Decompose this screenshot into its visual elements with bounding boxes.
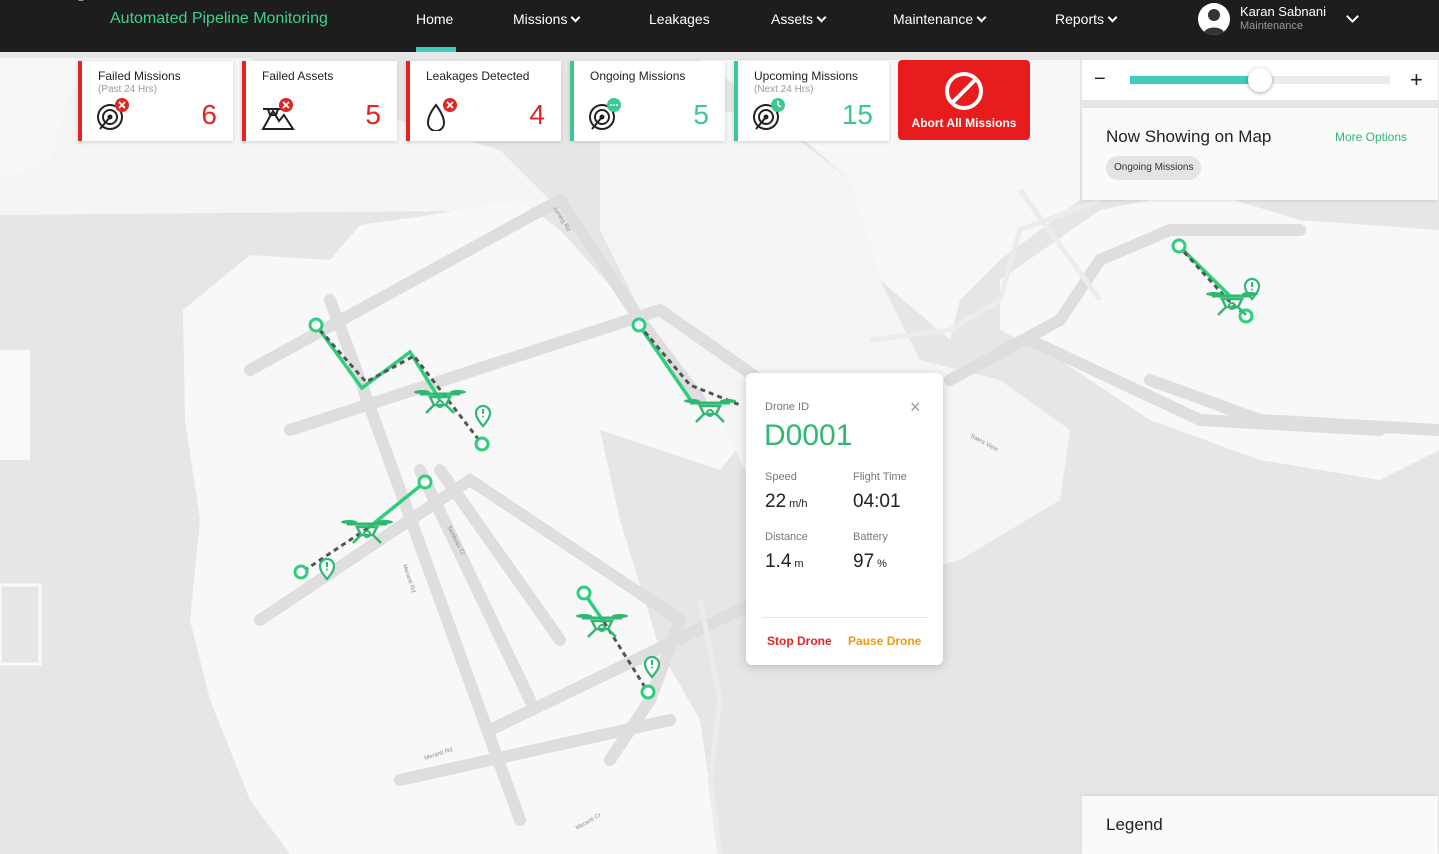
stat-value: 5 bbox=[365, 99, 381, 130]
stat-card-ongoing-missions[interactable]: Ongoing Missions 5 bbox=[570, 61, 725, 141]
failed-missions-icon bbox=[97, 98, 129, 130]
chevron-down-icon bbox=[571, 12, 581, 22]
stat-card-leakages[interactable]: Leakages Detected 4 bbox=[406, 61, 561, 141]
user-icon bbox=[1203, 9, 1225, 35]
active-nav-indicator bbox=[416, 47, 456, 52]
nav-label: Missions bbox=[513, 11, 568, 27]
distance-unit: m bbox=[794, 558, 804, 570]
flight-time-value: 04:01 bbox=[853, 491, 901, 512]
stat-value: 5 bbox=[693, 99, 709, 130]
nav-label: Reports bbox=[1055, 11, 1105, 27]
battery-number: 97 bbox=[853, 551, 875, 572]
legend-panel[interactable]: Legend bbox=[1082, 796, 1438, 854]
battery-value: 97% bbox=[853, 551, 887, 573]
speed-unit: m/h bbox=[789, 498, 808, 510]
zoom-slider[interactable] bbox=[1130, 68, 1390, 92]
top-nav: ≡ Automated Pipeline Monitoring Home Mis… bbox=[0, 0, 1439, 52]
zoom-slider-fill bbox=[1130, 76, 1260, 84]
upcoming-missions-icon bbox=[753, 98, 785, 130]
speed-label: Speed bbox=[765, 471, 797, 483]
zoom-out-button[interactable]: − bbox=[1094, 68, 1106, 91]
stat-title: Ongoing Missions bbox=[590, 69, 686, 83]
stat-title: Leakages Detected bbox=[426, 69, 530, 83]
chevron-down-icon bbox=[1107, 12, 1118, 22]
chevron-down-icon[interactable] bbox=[1346, 10, 1359, 23]
nav-label: Home bbox=[416, 11, 454, 27]
legend-title: Legend bbox=[1106, 815, 1163, 834]
user-name: Karan Sabnani bbox=[1240, 4, 1327, 19]
stat-title: Upcoming Missions bbox=[754, 69, 859, 83]
drone-info-popup: Drone ID × D0001 Speed 22 m/h Flight Time… bbox=[746, 373, 943, 665]
battery-unit: % bbox=[877, 558, 887, 570]
stat-title: Failed Assets bbox=[262, 69, 334, 83]
more-options-link[interactable]: More Options bbox=[1335, 130, 1407, 144]
ongoing-missions-icon bbox=[589, 98, 621, 130]
speed-value: 22 m/h bbox=[765, 491, 807, 513]
nav-label: Assets bbox=[771, 11, 814, 27]
zoom-control: − + bbox=[1082, 60, 1438, 100]
logo-icon: ≡ bbox=[78, 0, 85, 5]
stat-title: Failed Missions bbox=[98, 69, 181, 83]
distance-number: 1.4 bbox=[765, 551, 792, 572]
pause-drone-button[interactable]: Pause Drone bbox=[848, 634, 921, 648]
stat-value: 4 bbox=[529, 99, 545, 130]
stat-subtitle: (Past 24 Hrs) bbox=[98, 84, 157, 95]
nav-label: Leakages bbox=[649, 11, 710, 27]
failed-assets-icon bbox=[261, 98, 295, 130]
distance-label: Distance bbox=[765, 531, 808, 543]
chevron-down-icon bbox=[976, 12, 987, 22]
close-icon[interactable]: × bbox=[910, 398, 921, 416]
now-showing-panel: Now Showing on Map More Options Ongoing … bbox=[1082, 108, 1438, 200]
nav-assets[interactable]: Assets bbox=[771, 11, 827, 27]
user-avatar[interactable] bbox=[1198, 3, 1230, 35]
battery-label: Battery bbox=[853, 531, 888, 543]
abort-label: Abort All Missions bbox=[911, 116, 1017, 130]
user-role: Maintenance bbox=[1240, 20, 1303, 32]
no-entry-icon bbox=[945, 72, 983, 110]
stat-card-upcoming-missions[interactable]: Upcoming Missions (Next 24 Hrs) 15 bbox=[734, 61, 889, 141]
nav-reports[interactable]: Reports bbox=[1055, 11, 1118, 27]
speed-number: 22 bbox=[765, 491, 787, 512]
app-title: Automated Pipeline Monitoring bbox=[110, 10, 328, 27]
divider bbox=[762, 617, 927, 618]
stat-value: 15 bbox=[841, 99, 873, 130]
filter-chip[interactable]: Ongoing Missions bbox=[1106, 156, 1202, 180]
zoom-slider-handle[interactable] bbox=[1248, 68, 1272, 92]
stat-card-failed-assets[interactable]: Failed Assets 5 bbox=[242, 61, 397, 141]
stat-card-failed-missions[interactable]: Failed Missions (Past 24 Hrs) 6 bbox=[78, 61, 233, 141]
zoom-in-button[interactable]: + bbox=[1410, 67, 1423, 93]
nav-leakages[interactable]: Leakages bbox=[649, 11, 710, 27]
stat-value: 6 bbox=[201, 99, 217, 130]
now-showing-title: Now Showing on Map bbox=[1106, 127, 1272, 146]
nav-home[interactable]: Home bbox=[416, 11, 453, 27]
nav-label: Maintenance bbox=[893, 11, 974, 27]
drone-id-label: Drone ID bbox=[765, 401, 810, 413]
stat-subtitle: (Next 24 Hrs) bbox=[754, 84, 814, 95]
abort-all-missions-button[interactable]: Abort All Missions bbox=[898, 60, 1030, 140]
nav-maintenance[interactable]: Maintenance bbox=[893, 11, 987, 27]
distance-value: 1.4 m bbox=[765, 551, 804, 573]
flight-time-label: Flight Time bbox=[853, 471, 907, 483]
drone-id: D0001 bbox=[764, 419, 853, 452]
nav-missions[interactable]: Missions bbox=[513, 11, 581, 27]
leakage-icon bbox=[426, 98, 457, 131]
stop-drone-button[interactable]: Stop Drone bbox=[767, 634, 832, 648]
chevron-down-icon bbox=[816, 12, 827, 22]
